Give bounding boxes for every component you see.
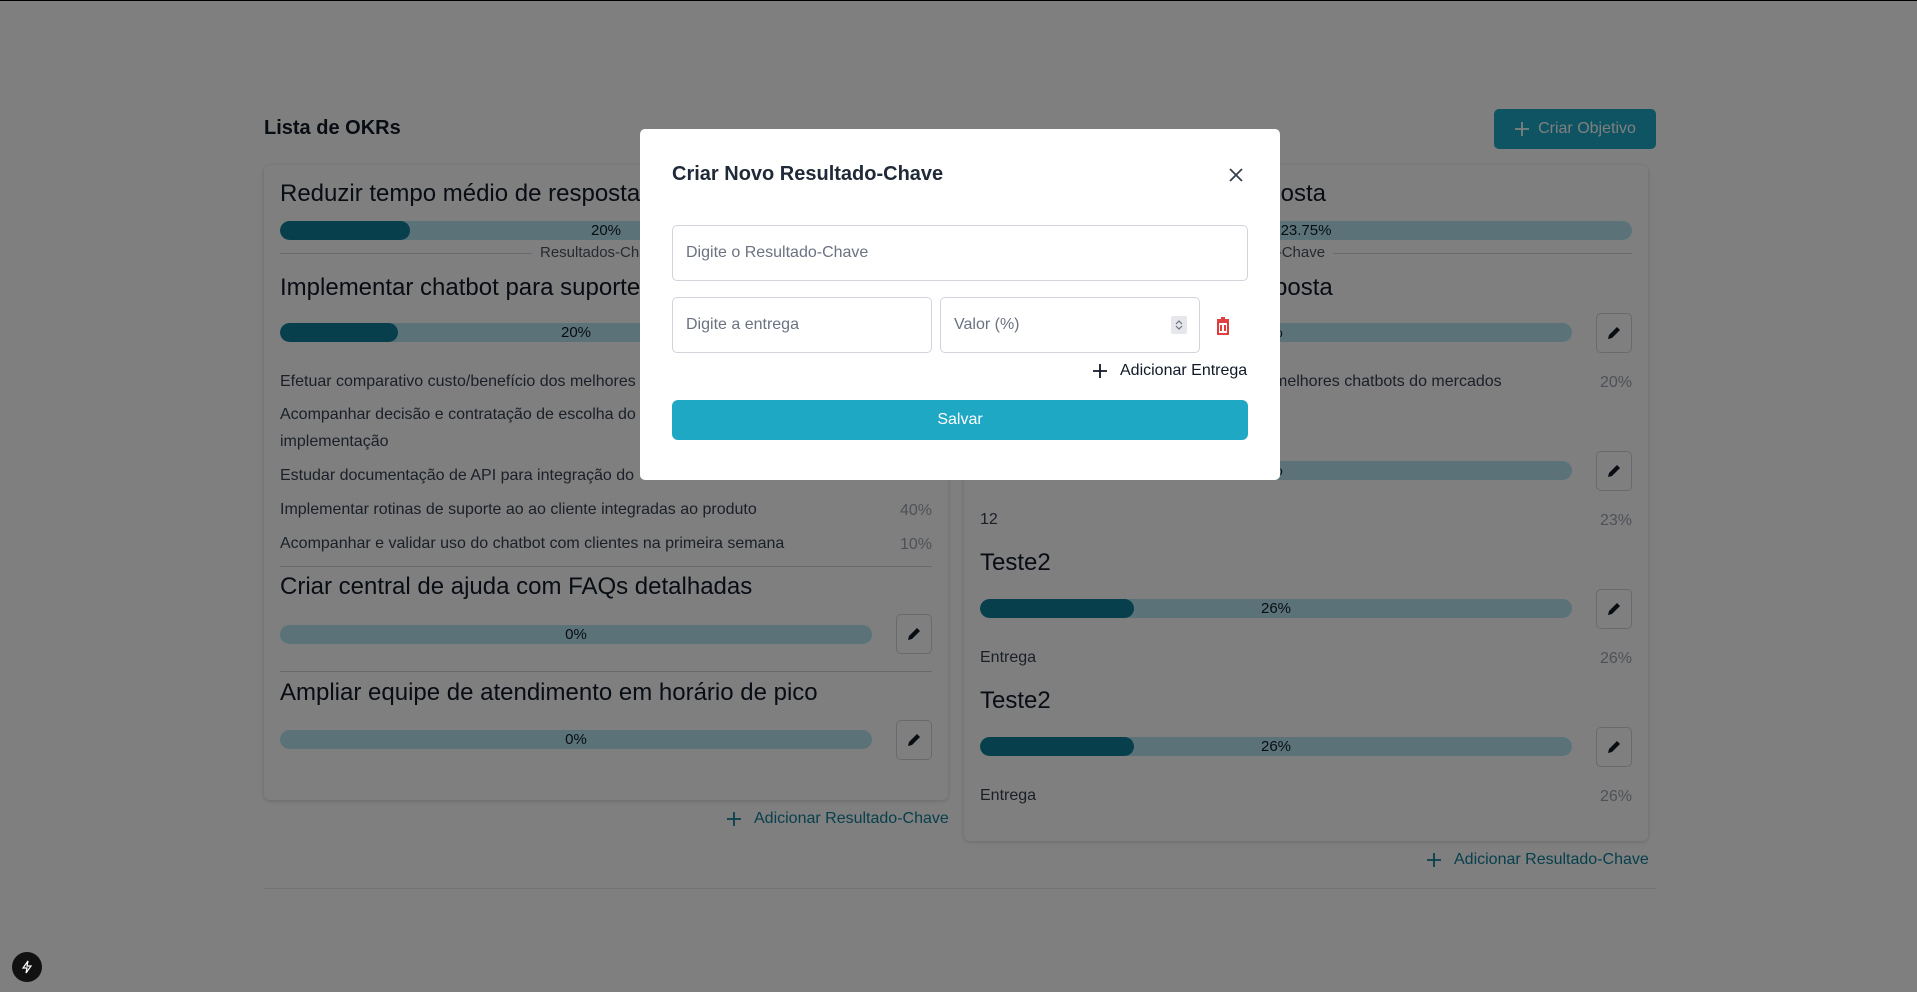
stepper-arrows-icon bbox=[1175, 320, 1183, 330]
entrega-placeholder: Digite a entrega bbox=[686, 316, 799, 333]
add-entrega-label: Adicionar Entrega bbox=[1120, 362, 1248, 379]
key-result-input[interactable]: Digite o Resultado-Chave bbox=[672, 225, 1248, 281]
number-stepper[interactable] bbox=[1171, 316, 1187, 334]
trash-icon bbox=[1217, 317, 1229, 335]
valor-input[interactable]: Valor (%) bbox=[940, 297, 1200, 353]
valor-placeholder: Valor (%) bbox=[954, 316, 1020, 333]
close-button[interactable] bbox=[1224, 163, 1248, 187]
dev-tools-button[interactable] bbox=[12, 952, 42, 982]
close-icon bbox=[1229, 168, 1243, 182]
remove-entrega-button[interactable] bbox=[1211, 314, 1235, 338]
plus-icon bbox=[1093, 364, 1107, 378]
modal-title: Criar Novo Resultado-Chave bbox=[672, 163, 944, 185]
key-result-placeholder: Digite o Resultado-Chave bbox=[686, 244, 869, 261]
add-entrega-button[interactable]: Adicionar Entrega bbox=[1092, 362, 1247, 380]
create-key-result-modal: Criar Novo Resultado-Chave Digite o Resu… bbox=[640, 129, 1280, 480]
lightning-icon bbox=[21, 960, 33, 974]
entrega-input[interactable]: Digite a entrega bbox=[672, 297, 932, 353]
save-button[interactable]: Salvar bbox=[672, 400, 1248, 440]
